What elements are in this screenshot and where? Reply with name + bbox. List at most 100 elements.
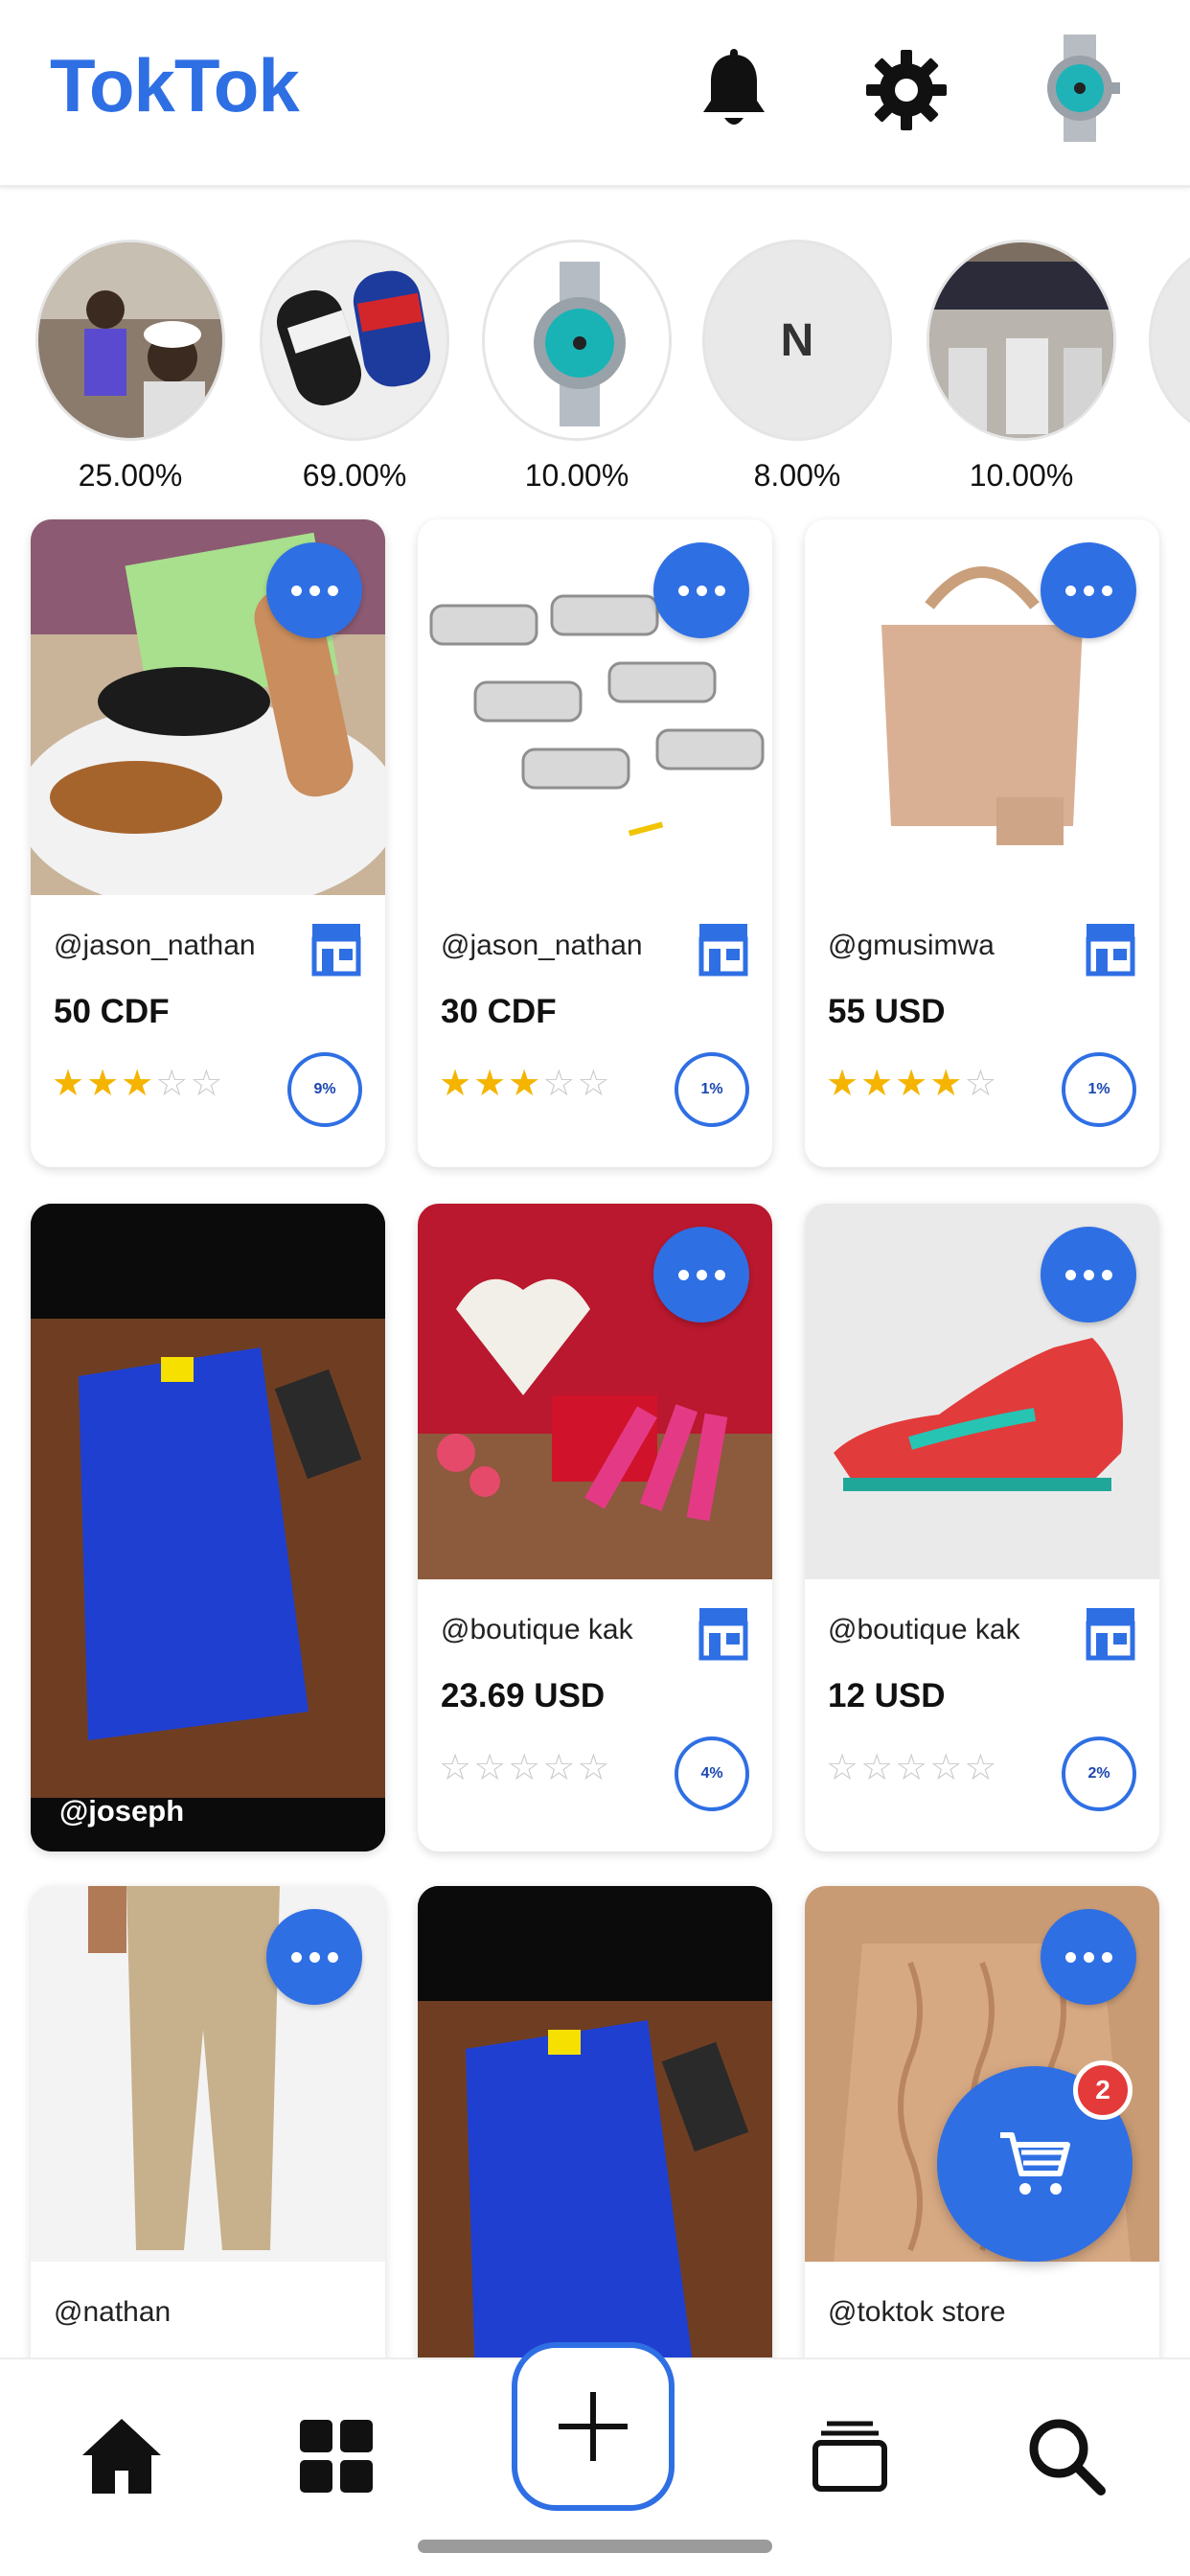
- product-price: 30 CDF: [441, 993, 557, 1030]
- rating-stars: ☆☆☆☆☆: [439, 1750, 611, 1786]
- stories-row: 25.00% 69.00% 10.00% N 8.00% 10.00%: [0, 240, 1190, 508]
- story-percent: 10.00%: [969, 458, 1074, 493]
- settings-button[interactable]: [860, 44, 952, 136]
- nav-collections-button[interactable]: [797, 2404, 903, 2509]
- star-empty-icon: ☆: [895, 1748, 930, 1788]
- seller-username[interactable]: @jason_nathan: [441, 930, 643, 962]
- star-filled-icon: ★: [439, 1064, 474, 1104]
- cart-count-badge: 2: [1073, 2060, 1133, 2120]
- seller-username[interactable]: @joseph: [59, 1794, 184, 1828]
- app-header: TokTok: [0, 0, 1190, 188]
- store-icon[interactable]: [1085, 920, 1136, 978]
- star-empty-icon: ☆: [155, 1064, 191, 1104]
- star-empty-icon: ☆: [577, 1748, 612, 1788]
- product-price: 55 USD: [828, 993, 946, 1030]
- nav-home-button[interactable]: [69, 2404, 174, 2509]
- product-price: 12 USD: [828, 1677, 946, 1714]
- store-icon[interactable]: [1085, 1604, 1136, 1662]
- bell-icon: [703, 49, 765, 125]
- more-options-button[interactable]: [653, 1227, 749, 1322]
- watch-avatar-image: [1047, 34, 1120, 142]
- story-item[interactable]: 10.00%: [481, 240, 673, 494]
- star-empty-icon: ☆: [542, 1064, 578, 1104]
- gear-icon: [866, 50, 947, 130]
- product-card[interactable]: @boutique kak 23.69 USD ☆☆☆☆☆ 4%: [418, 1204, 772, 1852]
- more-options-button[interactable]: [266, 542, 362, 638]
- star-empty-icon: ☆: [190, 1064, 225, 1104]
- story-avatar: [260, 240, 449, 441]
- search-icon: [1029, 2419, 1106, 2496]
- store-icon[interactable]: [698, 1604, 749, 1662]
- story-avatar: N: [702, 240, 892, 441]
- seller-username[interactable]: @gmusimwa: [828, 930, 995, 962]
- home-icon: [82, 2419, 161, 2494]
- seller-username[interactable]: @boutique kak: [828, 1614, 1020, 1646]
- story-item[interactable]: N 8.00%: [701, 240, 893, 494]
- star-empty-icon: ☆: [577, 1064, 612, 1104]
- more-options-button[interactable]: [1041, 1227, 1136, 1322]
- product-image[interactable]: [31, 1204, 385, 1852]
- more-options-button[interactable]: [266, 1909, 362, 2005]
- rating-stars: ★★★☆☆: [52, 1066, 224, 1102]
- product-card[interactable]: @nathan: [31, 1886, 385, 2384]
- star-filled-icon: ★: [826, 1064, 861, 1104]
- story-percent: 25.00%: [78, 458, 183, 493]
- add-icon: [559, 2392, 628, 2461]
- store-icon[interactable]: [310, 920, 362, 978]
- story-item[interactable]: [1148, 240, 1190, 441]
- more-options-button[interactable]: [1041, 1909, 1136, 2005]
- rating-stars: ☆☆☆☆☆: [826, 1750, 998, 1786]
- product-card[interactable]: @jason_nathan 50 CDF ★★★☆☆ 9%: [31, 519, 385, 1167]
- star-filled-icon: ★: [52, 1064, 87, 1104]
- story-avatar: [927, 240, 1116, 441]
- app-logo[interactable]: TokTok: [50, 42, 300, 129]
- profile-avatar[interactable]: [1037, 34, 1123, 142]
- more-options-button[interactable]: [653, 542, 749, 638]
- star-empty-icon: ☆: [964, 1748, 999, 1788]
- star-empty-icon: ☆: [473, 1748, 509, 1788]
- more-options-button[interactable]: [1041, 542, 1136, 638]
- star-empty-icon: ☆: [929, 1748, 965, 1788]
- product-image[interactable]: [418, 1886, 772, 2384]
- cart-icon: [1000, 2132, 1070, 2195]
- seller-username[interactable]: @boutique kak: [441, 1614, 633, 1646]
- star-empty-icon: ☆: [860, 1748, 896, 1788]
- star-empty-icon: ☆: [964, 1064, 999, 1104]
- product-card[interactable]: [418, 1886, 772, 2384]
- star-empty-icon: ☆: [508, 1748, 543, 1788]
- star-filled-icon: ★: [86, 1064, 122, 1104]
- story-percent: 8.00%: [753, 458, 841, 493]
- story-percent: 10.00%: [524, 458, 629, 493]
- product-card[interactable]: @joseph: [31, 1204, 385, 1852]
- story-item[interactable]: 25.00%: [34, 240, 226, 494]
- story-initial: N: [780, 314, 814, 366]
- star-filled-icon: ★: [508, 1064, 543, 1104]
- seller-username[interactable]: @jason_nathan: [54, 930, 256, 962]
- product-card[interactable]: @gmusimwa 55 USD ★★★★☆ 1%: [805, 519, 1159, 1167]
- rating-stars: ★★★★☆: [826, 1066, 998, 1102]
- star-filled-icon: ★: [121, 1064, 156, 1104]
- notifications-button[interactable]: [688, 44, 780, 136]
- home-indicator: [418, 2540, 772, 2553]
- rating-stars: ★★★☆☆: [439, 1066, 611, 1102]
- product-card[interactable]: @jason_nathan 30 CDF ★★★☆☆ 1%: [418, 519, 772, 1167]
- star-empty-icon: ☆: [542, 1748, 578, 1788]
- product-card[interactable]: @boutique kak 12 USD ☆☆☆☆☆ 2%: [805, 1204, 1159, 1852]
- story-avatar: [482, 240, 672, 441]
- store-icon[interactable]: [698, 920, 749, 978]
- seller-username[interactable]: @toktok store: [828, 2296, 1006, 2329]
- product-price: 50 CDF: [54, 993, 170, 1030]
- discount-badge: 1%: [675, 1052, 749, 1127]
- nav-add-button[interactable]: [512, 2342, 675, 2511]
- product-price: 23.69 USD: [441, 1677, 606, 1714]
- star-filled-icon: ★: [860, 1064, 896, 1104]
- discount-badge: 1%: [1062, 1052, 1136, 1127]
- story-avatar: [1149, 240, 1190, 441]
- star-empty-icon: ☆: [826, 1748, 861, 1788]
- nav-categories-button[interactable]: [284, 2404, 389, 2509]
- story-item[interactable]: 10.00%: [926, 240, 1117, 494]
- story-item[interactable]: 69.00%: [259, 240, 450, 494]
- seller-username[interactable]: @nathan: [54, 2296, 171, 2329]
- nav-search-button[interactable]: [1014, 2404, 1119, 2509]
- star-empty-icon: ☆: [439, 1748, 474, 1788]
